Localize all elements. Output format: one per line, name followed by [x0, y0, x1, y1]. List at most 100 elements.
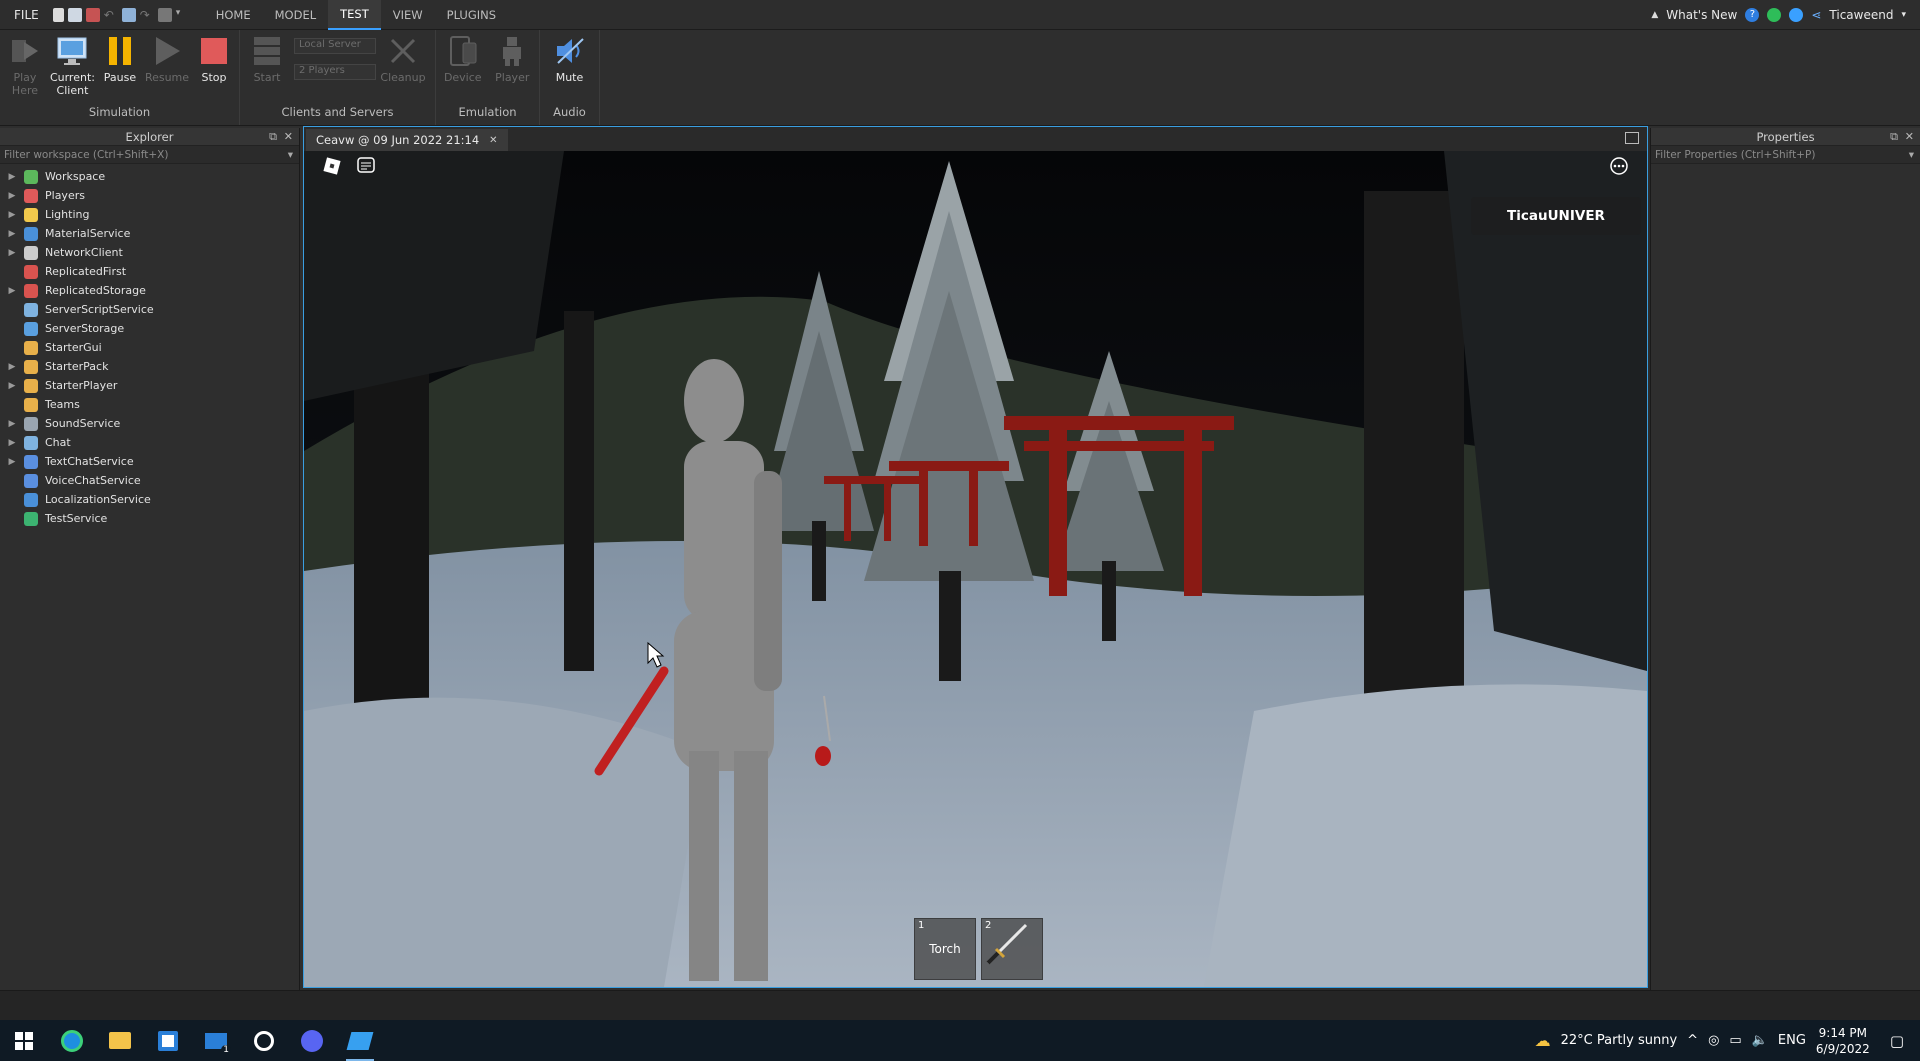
explorer-item[interactable]: ▶ TextChatService [0, 452, 299, 471]
explorer-item[interactable]: Teams [0, 395, 299, 414]
explorer-float-icon[interactable]: ⧉ [269, 128, 277, 146]
tab-home[interactable]: HOME [204, 0, 263, 30]
discord-icon[interactable] [288, 1020, 336, 1061]
collab-icon[interactable] [1789, 7, 1804, 22]
tab-test[interactable]: TEST [328, 0, 381, 30]
resume-button[interactable]: Resume [145, 34, 189, 84]
ubisoft-icon[interactable] [240, 1020, 288, 1061]
save-icon[interactable] [85, 7, 100, 22]
expand-arrow-icon[interactable]: ▶ [0, 248, 24, 258]
hotbar-slot-katana[interactable]: 2 [981, 918, 1043, 980]
stop-button[interactable]: Stop [193, 34, 235, 84]
properties-close-icon[interactable]: ✕ [1905, 128, 1914, 146]
whats-new-link[interactable]: What's New [1666, 8, 1737, 22]
explorer-item[interactable]: ▶ Lighting [0, 205, 299, 224]
expand-arrow-icon[interactable]: ▶ [0, 381, 24, 391]
volume-icon[interactable]: 🔈 [1752, 1033, 1768, 1048]
file-explorer-icon[interactable] [96, 1020, 144, 1061]
language-indicator[interactable]: ENG [1778, 1033, 1806, 1048]
network-icon[interactable]: ▭ [1729, 1033, 1741, 1048]
share-icon[interactable]: ⋖ [1811, 8, 1821, 22]
mail-icon[interactable]: 1 [192, 1020, 240, 1061]
expand-arrow-icon[interactable]: ▶ [0, 362, 24, 372]
explorer-item[interactable]: ▶ StarterPack [0, 357, 299, 376]
play-here-button[interactable]: Play Here [4, 34, 46, 97]
new-file-icon[interactable] [52, 7, 64, 22]
explorer-filter-input[interactable]: Filter workspace (Ctrl+Shift+X) ▾ [0, 146, 299, 164]
explorer-item[interactable]: ReplicatedFirst [0, 262, 299, 281]
redo-icon[interactable]: ↷ [140, 8, 154, 22]
expand-arrow-icon[interactable]: ▶ [0, 191, 24, 201]
tab-view[interactable]: VIEW [381, 0, 435, 30]
player-button[interactable]: Player [490, 34, 536, 84]
explorer-item[interactable]: ServerStorage [0, 319, 299, 338]
expand-arrow-icon[interactable]: ▶ [0, 210, 24, 220]
store-icon[interactable] [144, 1020, 192, 1061]
document-tab-close-icon[interactable]: ✕ [489, 135, 497, 146]
username-label[interactable]: Ticaweend [1829, 8, 1893, 22]
roblox-studio-icon[interactable] [336, 1020, 384, 1061]
mute-button[interactable]: Mute [547, 34, 593, 84]
explorer-item[interactable]: ▶ StarterPlayer [0, 376, 299, 395]
game-viewport[interactable]: TicauUNIVER 1 Torch 2 [304, 151, 1647, 987]
start-button[interactable]: Start [244, 34, 290, 84]
file-menu[interactable]: FILE [0, 8, 53, 22]
chat-toggle-icon[interactable] [356, 156, 380, 180]
user-chevron-icon[interactable]: ▾ [1901, 10, 1906, 20]
tab-plugins[interactable]: PLUGINS [435, 0, 508, 30]
weather-icon[interactable]: ☁ [1535, 1031, 1551, 1050]
expand-arrow-icon[interactable]: ▶ [0, 229, 24, 239]
players-select[interactable]: 2 Players [294, 64, 376, 80]
show-hidden-icons-icon[interactable]: ^ [1687, 1033, 1698, 1048]
customize-chevron-icon[interactable]: ▾ [176, 8, 190, 22]
edge-browser-icon[interactable] [48, 1020, 96, 1061]
filter-chevron-icon[interactable]: ▾ [288, 146, 293, 164]
explorer-item[interactable]: ▶ SoundService [0, 414, 299, 433]
explorer-item[interactable]: VoiceChatService [0, 471, 299, 490]
explorer-item[interactable]: ▶ Players [0, 186, 299, 205]
binoculars-icon[interactable] [121, 7, 136, 22]
device-button[interactable]: Device [440, 34, 486, 84]
tab-model[interactable]: MODEL [263, 0, 329, 30]
player-name-badge[interactable]: TicauUNIVER [1471, 197, 1641, 235]
properties-filter-chevron-icon[interactable]: ▾ [1909, 146, 1914, 164]
cleanup-button[interactable]: Cleanup [380, 34, 426, 84]
expand-arrow-icon[interactable]: ▶ [0, 457, 24, 467]
notifications-icon[interactable]: ▢ [1890, 1032, 1904, 1050]
status-icon[interactable] [1767, 7, 1782, 22]
explorer-item[interactable]: ▶ ReplicatedStorage [0, 281, 299, 300]
camera-icon[interactable]: ◎ [1708, 1033, 1719, 1048]
explorer-item[interactable]: TestService [0, 509, 299, 528]
explorer-item[interactable]: StarterGui [0, 338, 299, 357]
collapse-ribbon-icon[interactable]: ▲ [1651, 10, 1658, 20]
explorer-item[interactable]: ServerScriptService [0, 300, 299, 319]
open-file-icon[interactable] [67, 7, 82, 22]
hotbar-slot-torch[interactable]: 1 Torch [914, 918, 976, 980]
weather-text[interactable]: 22°C Partly sunny [1561, 1033, 1678, 1048]
clock-date: 6/9/2022 [1815, 1041, 1870, 1056]
expand-arrow-icon[interactable]: ▶ [0, 419, 24, 429]
expand-arrow-icon[interactable]: ▶ [0, 438, 24, 448]
explorer-close-icon[interactable]: ✕ [284, 128, 293, 146]
explorer-item[interactable]: ▶ Workspace [0, 167, 299, 186]
roblox-menu-icon[interactable] [322, 156, 346, 180]
properties-float-icon[interactable]: ⧉ [1890, 128, 1898, 146]
server-select[interactable]: Local Server [294, 38, 376, 54]
current-client-button[interactable]: Current: Client [50, 34, 95, 97]
help-icon[interactable]: ? [1745, 7, 1760, 22]
more-options-icon[interactable] [1609, 156, 1633, 180]
restore-window-icon[interactable] [1625, 132, 1639, 144]
start-button[interactable] [0, 1020, 48, 1061]
clock[interactable]: 9:14 PM 6/9/2022 [1816, 1025, 1870, 1057]
expand-arrow-icon[interactable]: ▶ [0, 286, 24, 296]
undo-icon[interactable]: ↶ [104, 8, 118, 22]
explorer-item[interactable]: LocalizationService [0, 490, 299, 509]
explorer-item[interactable]: ▶ NetworkClient [0, 243, 299, 262]
explorer-item[interactable]: ▶ Chat [0, 433, 299, 452]
publish-icon[interactable] [157, 7, 172, 22]
document-tab[interactable]: Ceavw @ 09 Jun 2022 21:14 ✕ [306, 129, 508, 151]
pause-button[interactable]: Pause [99, 34, 141, 84]
properties-filter-input[interactable]: Filter Properties (Ctrl+Shift+P) ▾ [1651, 146, 1920, 164]
explorer-item[interactable]: ▶ MaterialService [0, 224, 299, 243]
expand-arrow-icon[interactable]: ▶ [0, 172, 24, 182]
